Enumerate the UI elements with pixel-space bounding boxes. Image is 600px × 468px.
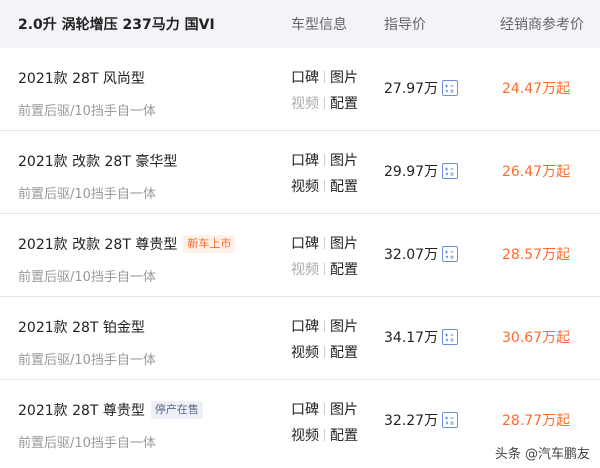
photos-link[interactable]: 图片: [330, 316, 358, 336]
trim-name[interactable]: 2021款 28T 铂金型: [18, 317, 145, 337]
guide-price: 32.07万: [384, 247, 439, 263]
dealer-price[interactable]: 28.57万起: [502, 244, 570, 264]
divider: [324, 403, 325, 415]
calculator-icon[interactable]: [442, 246, 459, 262]
reviews-link[interactable]: 口碑: [291, 150, 319, 170]
trim-name[interactable]: 2021款 改款 28T 豪华型: [18, 151, 177, 171]
trim-spec: 前置后驱/10挡手自一体: [18, 436, 156, 451]
divider: [324, 237, 325, 249]
divider: [324, 97, 325, 109]
photos-link[interactable]: 图片: [330, 150, 358, 170]
photos-link[interactable]: 图片: [330, 67, 358, 87]
config-link[interactable]: 配置: [330, 93, 358, 113]
dealer-price[interactable]: 30.67万起: [502, 327, 570, 347]
divider: [324, 71, 325, 83]
photos-link[interactable]: 图片: [330, 399, 358, 419]
watermark-text: 头条 @汽车鹏友: [494, 447, 590, 462]
divider: [324, 180, 325, 192]
config-link[interactable]: 配置: [330, 425, 358, 445]
guide-price: 32.27万: [384, 413, 439, 429]
calculator-icon[interactable]: [442, 329, 459, 345]
column-header-dealer-price: 经销商参考价: [500, 17, 584, 33]
videos-link[interactable]: 视频: [291, 176, 319, 196]
trim-links: 口碑 图片 视频 配置: [291, 147, 371, 199]
trim-links: 口碑 图片 视频 配置: [291, 230, 371, 282]
trim-links: 口碑 图片 视频 配置: [291, 313, 371, 365]
watermark: 头条 @汽车鹏友: [495, 443, 590, 462]
trim-spec: 前置后驱/10挡手自一体: [18, 270, 156, 285]
divider: [324, 346, 325, 358]
calculator-icon[interactable]: [442, 80, 459, 96]
reviews-link[interactable]: 口碑: [291, 233, 319, 253]
trim-name[interactable]: 2021款 28T 尊贵型: [18, 400, 145, 420]
discontinued-badge: 停产在售: [150, 401, 203, 419]
column-header-guide-price: 指导价: [384, 17, 426, 33]
videos-link: 视频: [291, 262, 319, 278]
divider: [324, 429, 325, 441]
trim-spec: 前置后驱/10挡手自一体: [18, 353, 156, 368]
dealer-price[interactable]: 26.47万起: [502, 161, 570, 181]
trim-name[interactable]: 2021款 改款 28T 尊贵型: [18, 234, 177, 254]
videos-link[interactable]: 视频: [291, 342, 319, 362]
reviews-link[interactable]: 口碑: [291, 67, 319, 87]
table-row: 2021款 改款 28T 尊贵型 新车上市 前置后驱/10挡手自一体 口碑 图片 …: [0, 214, 600, 297]
divider: [324, 154, 325, 166]
dealer-price[interactable]: 28.77万起: [502, 410, 570, 430]
guide-price: 34.17万: [384, 330, 439, 346]
table-row: 2021款 28T 风尚型 前置后驱/10挡手自一体 口碑 图片 视频 配置 27.…: [0, 48, 600, 131]
dealer-price[interactable]: 24.47万起: [502, 78, 570, 98]
table-row: 2021款 28T 铂金型 前置后驱/10挡手自一体 口碑 图片 视频 配置 34.…: [0, 297, 600, 380]
guide-price: 29.97万: [384, 164, 439, 180]
trim-links: 口碑 图片 视频 配置: [291, 396, 371, 448]
reviews-link[interactable]: 口碑: [291, 316, 319, 336]
trim-spec: 前置后驱/10挡手自一体: [18, 187, 156, 202]
photos-link[interactable]: 图片: [330, 233, 358, 253]
trim-name[interactable]: 2021款 28T 风尚型: [18, 68, 145, 88]
config-link[interactable]: 配置: [330, 259, 358, 279]
videos-link: 视频: [291, 96, 319, 112]
divider: [324, 263, 325, 275]
new-release-badge: 新车上市: [183, 235, 236, 253]
guide-price: 27.97万: [384, 81, 439, 97]
engine-spec-title: 2.0升 涡轮增压 237马力 国VI: [18, 17, 215, 33]
videos-link[interactable]: 视频: [291, 425, 319, 445]
reviews-link[interactable]: 口碑: [291, 399, 319, 419]
divider: [324, 320, 325, 332]
table-row: 2021款 改款 28T 豪华型 前置后驱/10挡手自一体 口碑 图片 视频 配置 …: [0, 131, 600, 214]
table-header: 2.0升 涡轮增压 237马力 国VI 车型信息 指导价 经销商参考价: [0, 0, 600, 48]
trim-links: 口碑 图片 视频 配置: [291, 64, 371, 116]
column-header-info: 车型信息: [291, 17, 347, 33]
calculator-icon[interactable]: [442, 163, 459, 179]
trim-spec: 前置后驱/10挡手自一体: [18, 104, 156, 119]
config-link[interactable]: 配置: [330, 176, 358, 196]
calculator-icon[interactable]: [442, 412, 459, 428]
config-link[interactable]: 配置: [330, 342, 358, 362]
